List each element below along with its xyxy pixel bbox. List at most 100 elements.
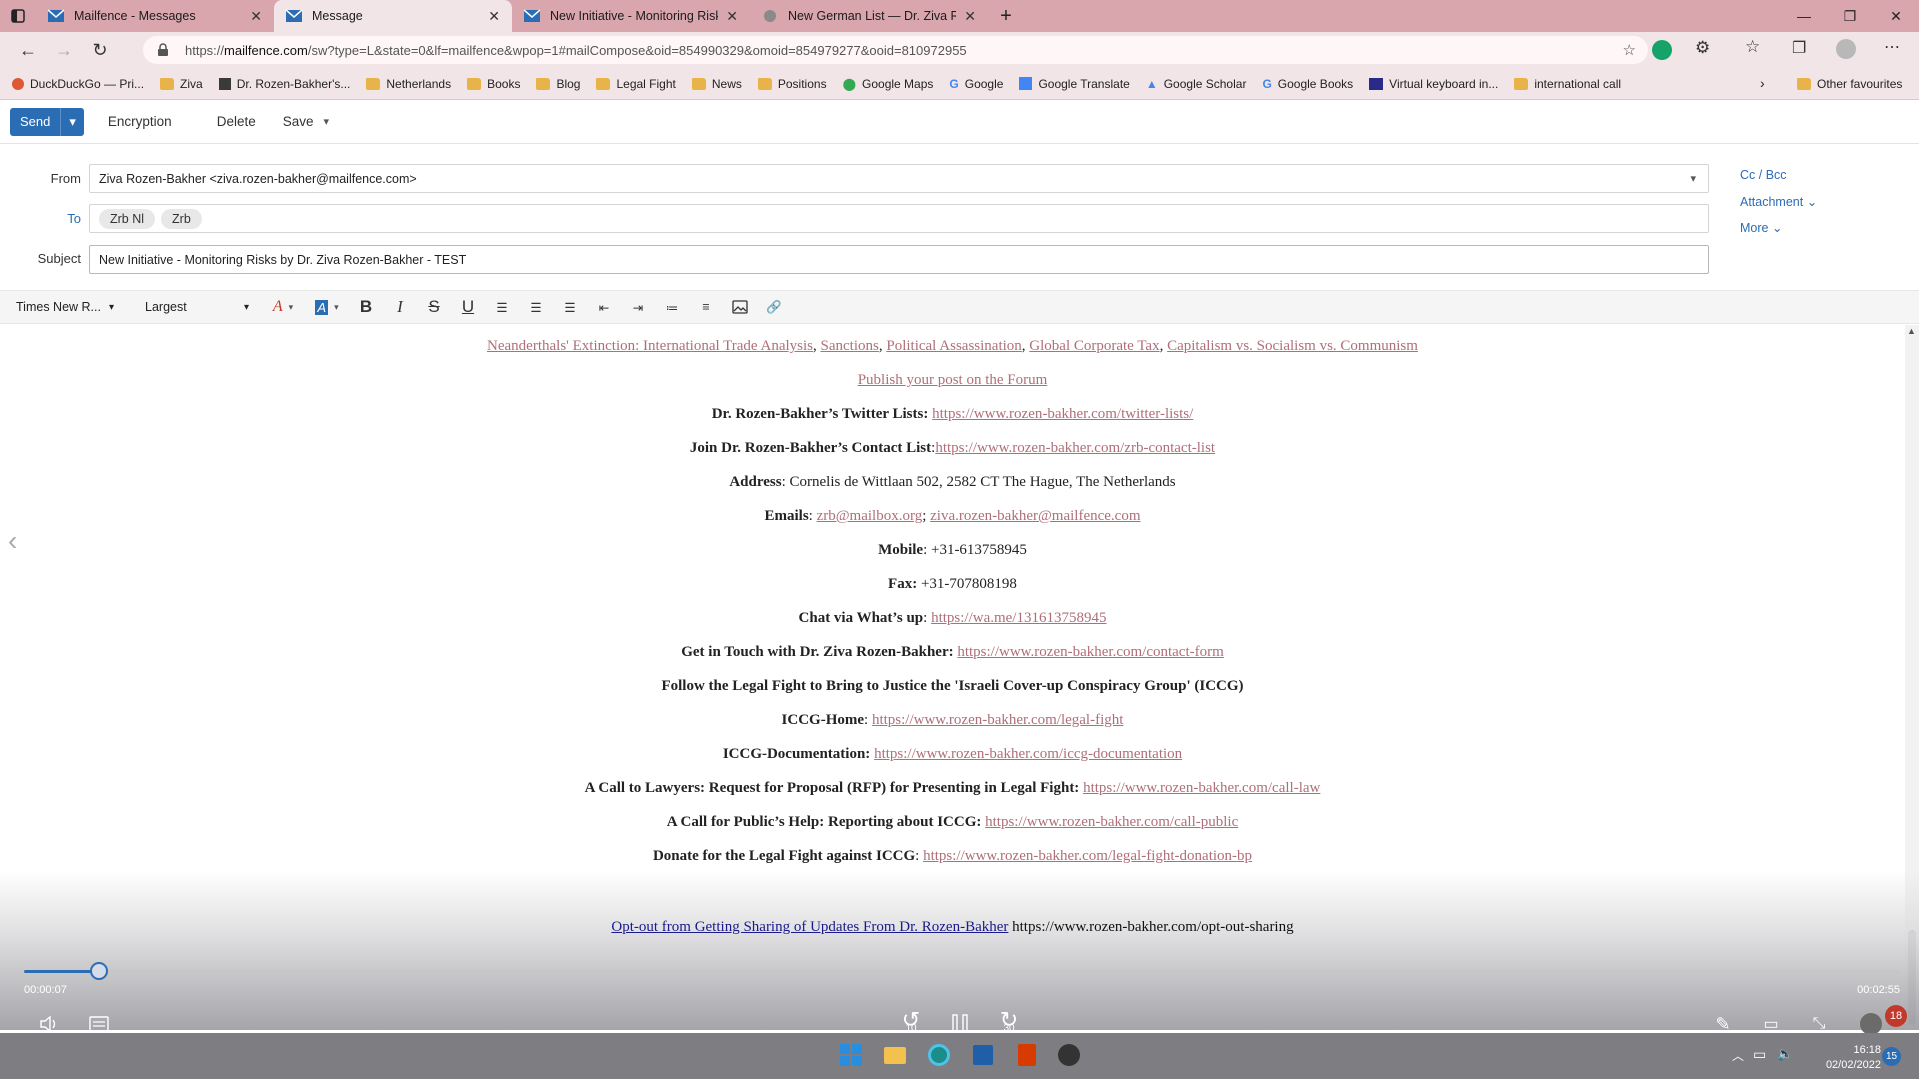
chevron-up-icon[interactable]: ︿ [1732,1047,1744,1064]
chevron-down-icon[interactable]: ▾ [324,115,330,128]
bookmark-item[interactable]: Dr. Rozen-Bakher's... [218,77,350,91]
bold-icon[interactable]: B [349,290,383,324]
chat-link[interactable]: https://wa.me/131613758945 [931,610,1106,626]
close-tab-icon[interactable]: ✕ [250,8,262,25]
contact-list-link[interactable]: https://www.rozen-bakher.com/zrb-contact… [935,440,1215,456]
system-clock[interactable]: 16:18 02/02/2022 [1826,1043,1881,1073]
twitter-link[interactable]: https://www.rozen-bakher.com/twitter-lis… [932,406,1193,422]
topic-link[interactable]: Global Corporate Tax [1029,338,1159,354]
more-button[interactable]: More ⌄ [1740,220,1782,235]
tab-new-german-list[interactable]: New German List — Dr. Ziva Ro ✕ [750,0,988,32]
notifications-badge[interactable]: 15 [1882,1047,1901,1066]
bookmark-other-favourites[interactable]: Other favourites [1797,77,1902,91]
from-select[interactable]: Ziva Rozen-Bakher <ziva.rozen-bakher@mai… [89,164,1709,193]
bookmark-item[interactable]: ▲ Google Scholar [1146,77,1247,91]
seek-bar[interactable] [24,962,1900,980]
topic-link[interactable]: Capitalism vs. Socialism vs. Communism [1167,338,1418,354]
italic-icon[interactable]: I [383,290,417,324]
email-link[interactable]: zrb@mailbox.org [817,508,923,524]
edge-browser-icon[interactable] [924,1040,954,1070]
donate-link[interactable]: https://www.rozen-bakher.com/legal-fight… [923,848,1252,864]
bookmark-item[interactable]: G Google [949,77,1003,91]
delete-button[interactable]: Delete [217,114,256,129]
bookmark-item[interactable]: Legal Fight [596,77,676,91]
close-tab-icon[interactable]: ✕ [488,8,500,25]
link-icon[interactable]: 🔗 [757,290,791,324]
tab-mailfence-messages[interactable]: Mailfence - Messages ✕ [36,0,274,32]
bookmark-item[interactable]: DuckDuckGo — Pri... [12,77,144,91]
message-body[interactable]: Neanderthals' Extinction: International … [0,325,1905,910]
attachment-button[interactable]: Attachment ⌄ [1740,194,1817,209]
encryption-button[interactable]: Encryption [108,114,172,129]
new-tab-icon[interactable]: + [988,0,1024,32]
topic-link[interactable]: Sanctions [821,338,879,354]
seek-handle[interactable] [90,962,109,980]
bullet-list-icon[interactable]: ≔ [655,290,689,324]
iccg-doc-link[interactable]: https://www.rozen-bakher.com/iccg-docume… [874,746,1182,762]
bookmark-item[interactable]: ⬤ Google Maps [843,77,934,91]
call-public-link[interactable]: https://www.rozen-bakher.com/call-public [985,814,1238,830]
restore-icon[interactable]: ❐ [1827,0,1873,32]
refresh-icon[interactable]: ↻ [82,32,118,68]
topic-link[interactable]: Neanderthals' Extinction: International … [487,338,813,354]
email-link[interactable]: ziva.rozen-bakher@mailfence.com [930,508,1140,524]
file-explorer-icon[interactable] [880,1040,910,1070]
start-icon[interactable] [836,1040,866,1070]
chevron-right-icon[interactable]: › [1760,75,1765,91]
bookmark-item[interactable]: Books [467,77,520,91]
close-tab-icon[interactable]: ✕ [726,8,738,25]
lock-icon[interactable] [157,43,169,57]
font-size-select[interactable]: Largest ▾ [145,300,249,314]
save-button[interactable]: Save [283,114,314,129]
recipient-chip[interactable]: Zrb Nl [99,208,156,229]
subject-input[interactable]: New Initiative - Monitoring Risks by Dr.… [89,245,1709,274]
collections-icon[interactable]: ❐ [1792,38,1806,58]
add-favorite-icon[interactable]: ☆ [1623,41,1636,59]
bookmark-item[interactable]: Netherlands [366,77,451,91]
network-icon[interactable]: ▭ [1753,1046,1766,1063]
minimize-icon[interactable]: — [1781,0,1827,32]
to-label[interactable]: To [26,211,81,226]
favorites-icon[interactable]: ☆ [1745,37,1760,57]
strikethrough-icon[interactable]: S [417,290,451,324]
opt-out-link[interactable]: Opt-out from Getting Sharing of Updates … [611,919,1008,935]
bookmark-item[interactable]: Positions [757,77,827,91]
bookmark-item[interactable]: G Google Books [1262,77,1353,91]
scroll-up-icon[interactable]: ▲ [1907,326,1916,336]
tab-new-initiative[interactable]: New Initiative - Monitoring Risks ✕ [512,0,750,32]
store-icon[interactable] [968,1040,998,1070]
profile-icon[interactable] [1836,39,1856,59]
chevron-down-icon[interactable]: ▾ [60,107,84,136]
numbered-list-icon[interactable]: ≡ [689,290,723,324]
align-center-icon[interactable]: ☰ [519,290,553,324]
indent-icon[interactable]: ⇥ [621,290,655,324]
topic-link[interactable]: Political Assassination [886,338,1021,354]
call-lawyers-link[interactable]: https://www.rozen-bakher.com/call-law [1083,780,1320,796]
bookmark-item[interactable]: Blog [536,77,580,91]
bookmark-item[interactable]: international call [1514,77,1621,91]
chevron-down-icon[interactable]: ▾ [1690,172,1696,185]
bookmark-item[interactable]: News [691,77,742,91]
send-button[interactable]: Send ▾ [10,107,84,136]
url-field[interactable]: https://mailfence.com/sw?type=L&state=0&… [143,36,1648,64]
chevron-left-icon[interactable]: ‹ [8,525,17,557]
bookmark-item[interactable]: Google Translate [1019,77,1130,91]
forward-icon[interactable]: → [46,32,82,68]
bookmark-item[interactable]: Virtual keyboard in... [1369,77,1498,91]
tab-actions-icon[interactable] [0,0,36,32]
office-icon[interactable] [1012,1040,1042,1070]
media-app-icon[interactable] [1054,1040,1084,1070]
close-window-icon[interactable]: ✕ [1873,0,1919,32]
font-family-select[interactable]: Times New R... ▾ [16,300,143,314]
recipient-chip[interactable]: Zrb [161,208,202,229]
bookmark-item[interactable]: Ziva [160,77,203,91]
speaker-icon[interactable]: 🔈 [1777,1046,1793,1062]
highlight-color-icon[interactable]: A ▾ [305,290,349,324]
grammarly-icon[interactable] [1652,40,1672,60]
underline-icon[interactable]: U [451,290,485,324]
extensions-icon[interactable]: ⚙ [1695,38,1710,58]
forum-link[interactable]: Publish your post on the Forum [858,372,1048,388]
contact-form-link[interactable]: https://www.rozen-bakher.com/contact-for… [957,644,1223,660]
to-field[interactable]: Zrb Nl Zrb [89,204,1709,233]
outdent-icon[interactable]: ⇤ [587,290,621,324]
